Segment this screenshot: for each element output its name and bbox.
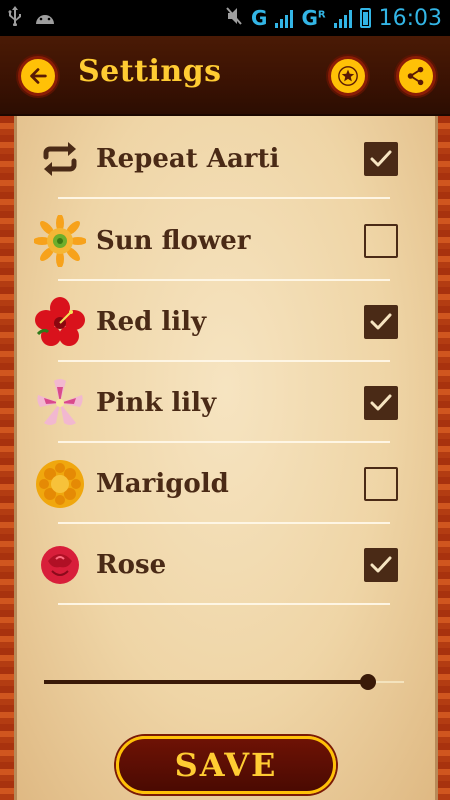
- android-icon: [34, 9, 56, 28]
- row-divider: [58, 197, 390, 199]
- row-divider: [58, 522, 390, 524]
- star-icon: [338, 66, 358, 86]
- back-arrow-icon: [30, 68, 47, 84]
- sunflower-icon: [30, 211, 90, 271]
- setting-row-pink-lily[interactable]: Pink lily: [30, 363, 398, 443]
- red-lily-icon: [30, 292, 90, 352]
- slider-fill: [44, 680, 368, 684]
- signal-1-icon: [275, 8, 294, 28]
- sun-flower-checkbox[interactable]: [364, 224, 398, 258]
- share-icon: [407, 66, 424, 86]
- page-title: Settings: [78, 54, 222, 89]
- back-button[interactable]: [18, 56, 58, 96]
- setting-label: Pink lily: [96, 388, 217, 418]
- share-button[interactable]: [396, 56, 436, 96]
- slider-thumb[interactable]: [360, 674, 376, 690]
- battery-icon: [359, 8, 371, 28]
- pink-lily-icon: [30, 373, 90, 433]
- setting-row-rose[interactable]: Rose: [30, 525, 398, 605]
- repeat-icon: [30, 129, 90, 189]
- setting-label: Red lily: [96, 307, 207, 337]
- rose-icon: [30, 535, 90, 595]
- save-button-label: SAVE: [174, 746, 278, 784]
- setting-label: Repeat Aarti: [96, 144, 280, 174]
- mute-icon: [225, 6, 243, 30]
- repeat-aarti-checkbox[interactable]: [364, 142, 398, 176]
- setting-row-red-lily[interactable]: Red lily: [30, 282, 398, 362]
- setting-label: Rose: [96, 550, 167, 580]
- network-type-1: G: [251, 6, 268, 30]
- status-bar: G GR 16:03: [0, 0, 450, 36]
- setting-label: Sun flower: [96, 226, 251, 256]
- clock: 16:03: [378, 5, 442, 31]
- settings-panel: Repeat Aarti Sun flower Red lily Pink li…: [0, 116, 450, 800]
- network-type-2: GR: [301, 6, 326, 30]
- row-divider: [58, 360, 390, 362]
- red-lily-checkbox[interactable]: [364, 305, 398, 339]
- pink-lily-checkbox[interactable]: [364, 386, 398, 420]
- usb-icon: [8, 6, 22, 30]
- setting-row-sun-flower[interactable]: Sun flower: [30, 201, 398, 281]
- save-button[interactable]: SAVE: [116, 736, 336, 794]
- row-divider: [58, 603, 390, 605]
- row-divider: [58, 441, 390, 443]
- rose-checkbox[interactable]: [364, 548, 398, 582]
- setting-row-repeat-aarti[interactable]: Repeat Aarti: [30, 119, 398, 199]
- favorite-button[interactable]: [328, 56, 368, 96]
- marigold-checkbox[interactable]: [364, 467, 398, 501]
- volume-slider[interactable]: [44, 674, 404, 690]
- setting-row-marigold[interactable]: Marigold: [30, 444, 398, 524]
- signal-2-icon: [333, 8, 352, 28]
- app-bar: Settings: [0, 36, 450, 116]
- row-divider: [58, 279, 390, 281]
- setting-label: Marigold: [96, 469, 229, 499]
- marigold-icon: [30, 454, 90, 514]
